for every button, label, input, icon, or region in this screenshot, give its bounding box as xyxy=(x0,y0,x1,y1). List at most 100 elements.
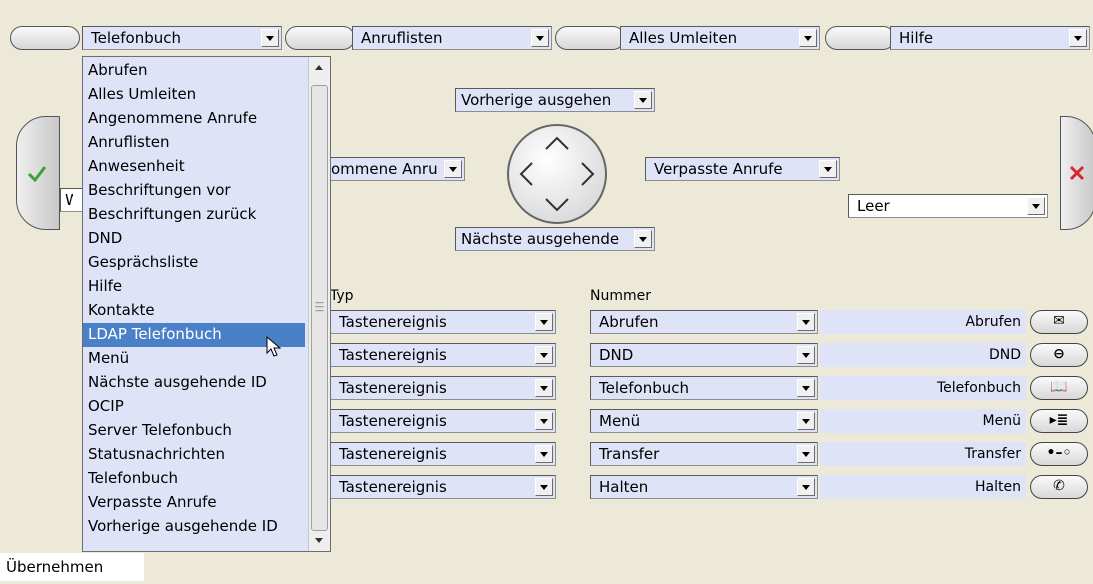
softkey-4-button[interactable] xyxy=(825,26,895,50)
accept-button[interactable] xyxy=(16,116,60,230)
chevron-down-icon[interactable] xyxy=(535,313,553,331)
apply-button[interactable]: Übernehmen xyxy=(0,553,144,581)
mouse-cursor-icon xyxy=(266,336,282,357)
nav-right-select[interactable]: Verpasste Anrufe xyxy=(645,157,840,181)
chevron-down-icon[interactable] xyxy=(819,160,837,178)
chevron-down-icon[interactable] xyxy=(797,478,815,496)
chevron-down-icon[interactable] xyxy=(1069,29,1087,47)
softkey-1-select[interactable]: Telefonbuch xyxy=(82,26,282,50)
list-item[interactable]: Kontakte xyxy=(83,299,305,323)
list-item[interactable]: Abrufen xyxy=(83,59,305,83)
extra-right-select[interactable]: Leer xyxy=(848,194,1048,218)
nav-up-value: Vorherige ausgehen xyxy=(461,91,612,109)
number-select[interactable]: Halten xyxy=(590,475,818,499)
dnd-icon[interactable]: ⊖ xyxy=(1030,343,1088,367)
number-select[interactable]: Abrufen xyxy=(590,310,818,334)
list-item[interactable]: DND xyxy=(83,227,305,251)
scroll-down-icon[interactable] xyxy=(315,538,323,543)
column-header-number: Nummer xyxy=(590,288,651,304)
dropdown-scrollbar[interactable]: — — — xyxy=(308,57,330,551)
list-item[interactable]: Anruflisten xyxy=(83,131,305,155)
reject-button[interactable] xyxy=(1060,116,1093,230)
list-item[interactable]: Server Telefonbuch xyxy=(83,419,305,443)
chevron-down-icon[interactable] xyxy=(535,412,553,430)
navigation-pad[interactable] xyxy=(507,124,607,224)
list-item[interactable]: Anwesenheit xyxy=(83,155,305,179)
list-item[interactable]: Gesprächsliste xyxy=(83,251,305,275)
checkmark-icon xyxy=(27,166,47,183)
number-value: Halten xyxy=(599,478,649,496)
list-item[interactable]: Nächste ausgehende ID xyxy=(83,371,305,395)
list-item[interactable]: Alles Umleiten xyxy=(83,83,305,107)
number-select[interactable]: Telefonbuch xyxy=(590,376,818,400)
type-value: Tastenereignis xyxy=(339,379,447,397)
type-value: Tastenereignis xyxy=(339,478,447,496)
chevron-down-icon[interactable] xyxy=(797,346,815,364)
list-item[interactable]: Beschriftungen vor xyxy=(83,179,305,203)
list-item[interactable]: Telefonbuch xyxy=(83,467,305,491)
chevron-down-icon[interactable] xyxy=(797,412,815,430)
key-label: Menü xyxy=(982,413,1021,429)
softkey-1-button[interactable] xyxy=(10,26,80,50)
scroll-up-icon[interactable] xyxy=(315,65,323,70)
nav-down-value: Nächste ausgehende xyxy=(461,230,620,248)
chevron-down-icon[interactable] xyxy=(634,91,652,109)
list-item[interactable]: Verpasste Anrufe xyxy=(83,491,305,515)
number-select[interactable]: Menü xyxy=(590,409,818,433)
list-item[interactable]: Hilfe xyxy=(83,275,305,299)
extra-right-value: Leer xyxy=(857,197,890,215)
number-value: Menü xyxy=(599,412,641,430)
list-item[interactable]: Beschriftungen zurück xyxy=(83,203,305,227)
nav-left-value: ommene Anru xyxy=(331,160,438,178)
nav-up-select[interactable]: Vorherige ausgehen xyxy=(455,88,655,112)
softkey-1-dropdown-list[interactable]: Abrufen Alles Umleiten Angenommene Anruf… xyxy=(82,56,331,552)
key-label: Transfer xyxy=(964,446,1021,462)
list-item[interactable]: OCIP xyxy=(83,395,305,419)
chevron-down-icon[interactable] xyxy=(444,160,462,178)
scrollbar-thumb[interactable]: — — — xyxy=(311,85,328,531)
nav-arrows-icon xyxy=(519,136,595,212)
softkey-3-button[interactable] xyxy=(555,26,625,50)
chevron-down-icon[interactable] xyxy=(797,379,815,397)
chevron-down-icon[interactable] xyxy=(535,478,553,496)
chevron-down-icon[interactable] xyxy=(261,29,279,47)
type-value: Tastenereignis xyxy=(339,313,447,331)
softkey-3-value: Alles Umleiten xyxy=(629,29,738,47)
list-item[interactable]: Vorherige ausgehende ID xyxy=(83,515,305,539)
type-select[interactable]: Tastenereignis xyxy=(330,475,556,499)
type-select[interactable]: Tastenereignis xyxy=(330,442,556,466)
softkey-2-select[interactable]: Anruflisten xyxy=(352,26,552,50)
type-select[interactable]: Tastenereignis xyxy=(330,409,556,433)
close-icon xyxy=(1069,165,1085,181)
chevron-down-icon[interactable] xyxy=(535,379,553,397)
hold-icon[interactable]: ✆ xyxy=(1030,475,1088,499)
chevron-down-icon[interactable] xyxy=(531,29,549,47)
number-select[interactable]: Transfer xyxy=(590,442,818,466)
number-value: Telefonbuch xyxy=(599,379,689,397)
type-select[interactable]: Tastenereignis xyxy=(330,343,556,367)
chevron-down-icon[interactable] xyxy=(799,29,817,47)
chevron-down-icon[interactable] xyxy=(1027,197,1045,215)
envelope-icon[interactable]: ✉ xyxy=(1030,310,1088,334)
menu-icon[interactable]: ▸≣ xyxy=(1030,409,1088,433)
key-label: Abrufen xyxy=(965,314,1021,330)
softkey-3-select[interactable]: Alles Umleiten xyxy=(620,26,820,50)
softkey-2-value: Anruflisten xyxy=(361,29,443,47)
chevron-down-icon[interactable] xyxy=(634,230,652,248)
chevron-down-icon[interactable] xyxy=(535,346,553,364)
softkey-4-select[interactable]: Hilfe xyxy=(890,26,1090,50)
nav-down-select[interactable]: Nächste ausgehende xyxy=(455,227,655,251)
type-select[interactable]: Tastenereignis xyxy=(330,376,556,400)
transfer-icon[interactable]: •–◦ xyxy=(1030,442,1088,466)
type-select[interactable]: Tastenereignis xyxy=(330,310,556,334)
book-icon[interactable]: 📖 xyxy=(1030,376,1088,400)
nav-left-select[interactable]: ommene Anru xyxy=(325,157,465,181)
list-item[interactable]: Statusnachrichten xyxy=(83,443,305,467)
chevron-down-icon[interactable] xyxy=(797,445,815,463)
chevron-down-icon[interactable] xyxy=(797,313,815,331)
softkey-2-button[interactable] xyxy=(285,26,355,50)
list-item[interactable]: Angenommene Anrufe xyxy=(83,107,305,131)
softkey-1-value: Telefonbuch xyxy=(91,29,181,47)
chevron-down-icon[interactable] xyxy=(535,445,553,463)
number-select[interactable]: DND xyxy=(590,343,818,367)
